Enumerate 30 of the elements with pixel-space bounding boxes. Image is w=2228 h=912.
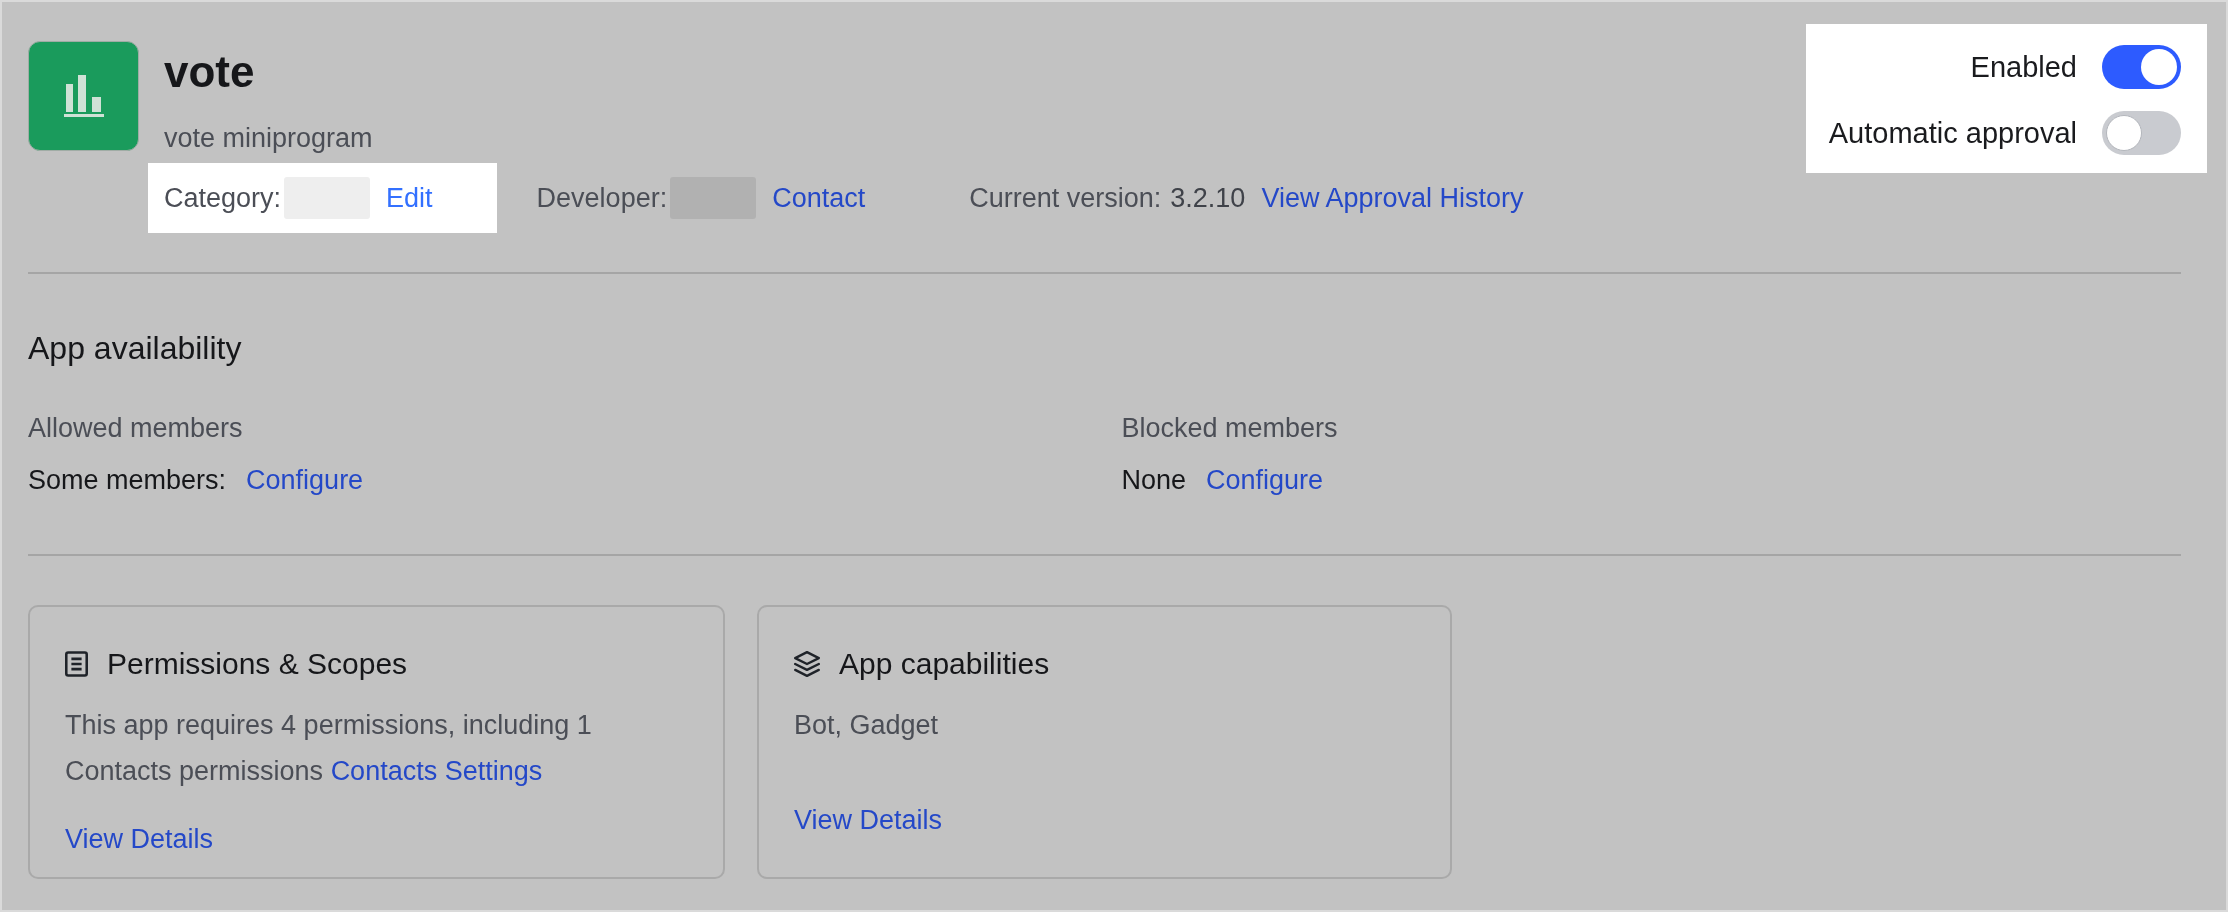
settings-link[interactable]: Contacts Settings — [330, 756, 543, 786]
view-details-link[interactable]: View Details — [794, 802, 943, 838]
view-details-link[interactable]: View Details — [65, 821, 214, 857]
field-label: Current version: — [969, 182, 1162, 215]
section-title: App availability — [28, 329, 243, 368]
group-label: Blocked members — [1121, 412, 1338, 445]
card-description: This app requires 4 permissions, including 1 Contacts permissions Contacts Settings — [65, 709, 593, 788]
group-value: Some members: — [28, 464, 227, 497]
group-label: Allowed members — [28, 412, 243, 445]
field-value: 3.2.10 — [1170, 182, 1246, 215]
group-value: None — [1121, 464, 1187, 497]
toggle-switch[interactable] — [2102, 111, 2181, 155]
action-link[interactable]: Contact — [772, 181, 866, 215]
app-name: vote — [164, 46, 256, 98]
document-icon — [65, 651, 88, 677]
field-label: Category: — [164, 182, 282, 215]
layers-icon — [794, 651, 820, 677]
configure-link[interactable]: Configure — [1206, 462, 1324, 498]
configure-link[interactable]: Configure — [246, 462, 364, 498]
switch-label: Enabled — [1970, 50, 2077, 85]
action-link[interactable]: View Approval History — [1261, 181, 1524, 215]
card-title: App capabilities — [839, 646, 1050, 682]
switch-label: Automatic approval — [1828, 116, 2077, 151]
card-title: Permissions & Scopes — [107, 646, 408, 682]
toggle-switch[interactable] — [2102, 45, 2181, 89]
action-link[interactable]: Edit — [386, 181, 433, 215]
bar-chart-app-icon — [28, 41, 139, 151]
app-description: vote miniprogram — [164, 122, 374, 155]
card-description: Bot, Gadget — [794, 709, 939, 742]
field-label: Developer: — [536, 182, 668, 215]
